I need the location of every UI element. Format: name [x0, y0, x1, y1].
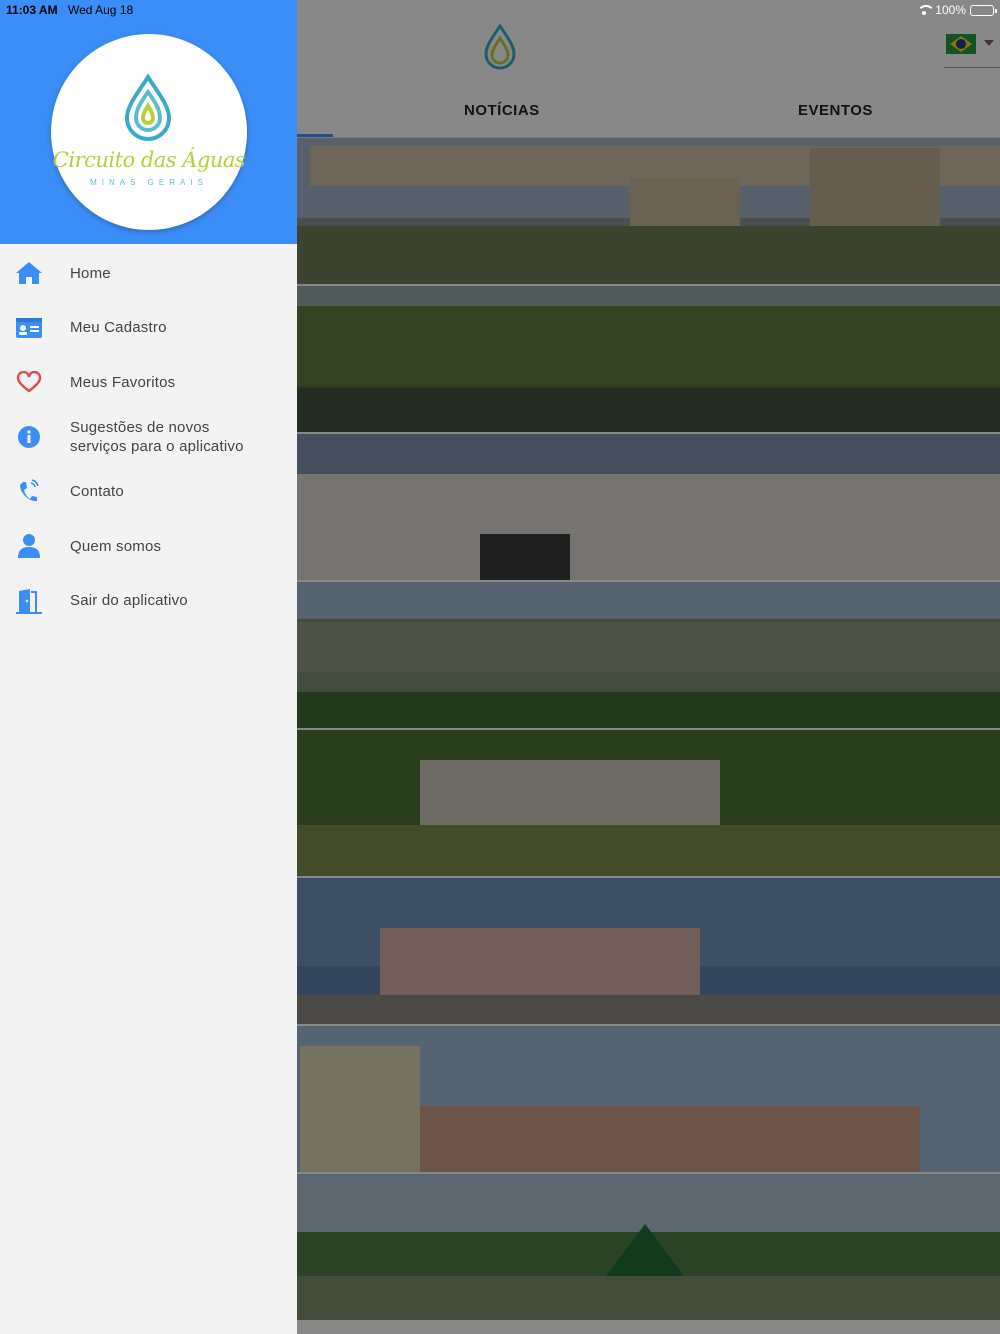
menu-item-label: Meu Cadastro [70, 319, 167, 337]
id-card-icon [14, 313, 44, 343]
logo-title: Circuito das Águas [52, 148, 246, 172]
user-icon [14, 531, 44, 561]
status-time: 11:03 AM [6, 3, 58, 17]
wifi-icon [917, 5, 936, 15]
logo-subtitle: MINAS GERAIS [90, 178, 208, 187]
menu-item-label: Sugestões de novos serviços para o aplic… [70, 419, 244, 456]
menu-item-contato[interactable]: Contato [0, 464, 297, 519]
menu-item-label: Home [70, 264, 111, 282]
menu-item-sair[interactable]: Sair do aplicativo [0, 574, 297, 629]
navigation-drawer: Circuito das Águas MINAS GERAIS Home Meu… [0, 0, 297, 1334]
menu-item-sugestoes[interactable]: Sugestões de novos serviços para o aplic… [0, 410, 297, 465]
water-drop-logo-icon [124, 74, 172, 141]
exit-door-icon [14, 586, 44, 616]
battery-percent: 100% [935, 3, 966, 17]
drawer-menu: Home Meu Cadastro Meus Favoritos Sugestõ… [0, 246, 297, 628]
heart-icon [14, 367, 44, 397]
drawer-header: Circuito das Águas MINAS GERAIS [0, 0, 297, 244]
menu-item-label: Sair do aplicativo [70, 592, 188, 610]
menu-item-home[interactable]: Home [0, 246, 297, 301]
menu-item-label: Meus Favoritos [70, 373, 176, 391]
brand-logo: Circuito das Águas MINAS GERAIS [51, 34, 247, 230]
menu-item-label: Contato [70, 483, 124, 501]
phone-icon [14, 477, 44, 507]
menu-item-quem-somos[interactable]: Quem somos [0, 519, 297, 574]
status-bar: 11:03 AM Wed Aug 18 100% [0, 0, 1000, 20]
menu-item-label: Quem somos [70, 537, 162, 555]
battery-icon [970, 4, 997, 16]
info-icon [14, 422, 44, 452]
home-icon [14, 258, 44, 288]
menu-item-meus-favoritos[interactable]: Meus Favoritos [0, 355, 297, 410]
menu-item-meu-cadastro[interactable]: Meu Cadastro [0, 301, 297, 356]
status-date: Wed Aug 18 [68, 3, 134, 17]
